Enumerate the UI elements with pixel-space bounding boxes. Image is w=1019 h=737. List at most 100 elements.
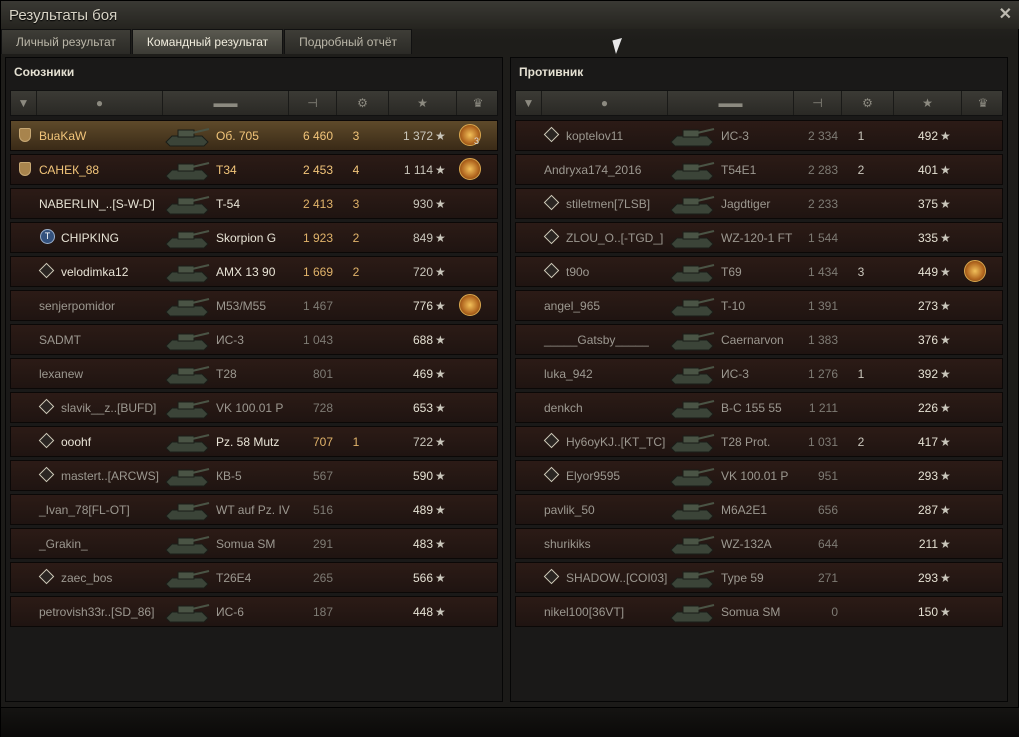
player-row[interactable]: _____Gatsby_____ Caernarvon 1 383 376 ★ — [515, 324, 1003, 355]
player-row[interactable]: ZLOU_O..[-TGD_] WZ-120-1 FT 1 544 335 ★ — [515, 222, 1003, 253]
player-row[interactable]: NABERLIN_..[S-W-D] T-54 2 413 3 930 ★ — [10, 188, 498, 219]
player-row[interactable]: denkch B-C 155 55 1 211 226 ★ — [515, 392, 1003, 423]
title-bar: Результаты боя ✕ — [1, 1, 1019, 29]
player-row[interactable]: SHADOW..[COI03] Type 59 271 293 ★ — [515, 562, 1003, 593]
vehicle-name: T-54 — [216, 197, 241, 211]
medal-icon[interactable] — [459, 294, 481, 316]
xp-value: 417 — [917, 435, 938, 449]
frags-value: 3 — [352, 197, 360, 211]
damage-value: 951 — [817, 469, 838, 483]
damage-icon[interactable]: ⊣ — [289, 91, 337, 115]
damage-value: 656 — [817, 503, 838, 517]
player-row[interactable]: zaec_bos T26E4 265 566 ★ — [10, 562, 498, 593]
vehicle-name: Skorpion G — [216, 231, 277, 245]
tank-icon[interactable]: ▬▬ — [163, 91, 289, 115]
close-icon[interactable]: ✕ — [999, 4, 1012, 24]
vehicle-name: B-C 155 55 — [721, 401, 782, 415]
player-name: BuaKaW — [39, 129, 87, 143]
vehicle-name: ИС-3 — [216, 333, 244, 347]
clan-emblem-icon — [543, 228, 560, 245]
frags-value: 2 — [352, 265, 360, 279]
frags-icon[interactable]: ⚙ — [842, 91, 894, 115]
damage-value: 187 — [312, 605, 333, 619]
player-row[interactable]: senjerpomidor M53/M55 1 467 776 ★ — [10, 290, 498, 321]
player-icon[interactable]: ● — [542, 91, 668, 115]
player-row[interactable]: BuaKaW Об. 705 6 460 3 1 372 ★ 3 — [10, 120, 498, 151]
xp-star-icon: ★ — [940, 231, 951, 245]
xp-star-icon: ★ — [940, 503, 951, 517]
xp-star-icon[interactable]: ★ — [389, 91, 457, 115]
player-row[interactable]: pavlik_50 M6A2E1 656 287 ★ — [515, 494, 1003, 525]
xp-star-icon[interactable]: ★ — [894, 91, 962, 115]
vehicle-name: ИС-3 — [721, 129, 749, 143]
player-row[interactable]: angel_965 T-10 1 391 273 ★ — [515, 290, 1003, 321]
tank-icon — [670, 230, 715, 249]
damage-value: 291 — [312, 537, 333, 551]
damage-value: 1 276 — [807, 367, 838, 381]
tab-team[interactable]: Командный результат — [131, 29, 284, 54]
vehicle-name: T28 — [216, 367, 237, 381]
xp-value: 566 — [412, 571, 433, 585]
tab-detailed[interactable]: Подробный отчёт — [284, 29, 413, 54]
tab-personal[interactable]: Личный результат — [1, 29, 131, 54]
player-row[interactable]: t90o T69 1 434 3 449 ★ — [515, 256, 1003, 287]
xp-value: 150 — [917, 605, 938, 619]
player-row[interactable]: stiletmen[7LSB] Jagdtiger 2 233 375 ★ — [515, 188, 1003, 219]
tank-icon[interactable]: ▬▬ — [668, 91, 794, 115]
frags-value: 2 — [857, 163, 865, 177]
xp-value: 590 — [412, 469, 433, 483]
player-row[interactable]: _Ivan_78[FL-OT] WT auf Pz. IV 516 489 ★ — [10, 494, 498, 525]
clan-emblem-icon — [543, 466, 560, 483]
player-row[interactable]: velodimka12 AMX 13 90 1 669 2 720 ★ — [10, 256, 498, 287]
vehicle-name: Somua SM — [216, 537, 276, 551]
medal-icon[interactable] — [964, 260, 986, 282]
damage-value: 2 453 — [302, 163, 333, 177]
player-row[interactable]: shurikiks WZ-132A 644 211 ★ — [515, 528, 1003, 559]
player-row[interactable]: mastert..[ARCWS] КВ-5 567 590 ★ — [10, 460, 498, 491]
tank-icon — [670, 298, 715, 317]
medal-icon[interactable]: ♛ — [962, 91, 1004, 115]
player-row[interactable]: T CHIPKING Skorpion G 1 923 2 849 ★ — [10, 222, 498, 253]
tab-bar: Личный результат Командный результат Под… — [1, 29, 413, 54]
platoon-icon[interactable]: ▼ — [11, 91, 37, 115]
player-name: Hy6oyKJ..[KT_TC] — [566, 435, 666, 449]
player-row[interactable]: SADMT ИС-3 1 043 688 ★ — [10, 324, 498, 355]
player-row[interactable]: koptelov11 ИС-3 2 334 1 492 ★ — [515, 120, 1003, 151]
xp-value: 401 — [917, 163, 938, 177]
player-name: Elyor9595 — [566, 469, 621, 483]
xp-star-icon: ★ — [940, 605, 951, 619]
player-row[interactable]: ooohf Pz. 58 Mutz 707 1 722 ★ — [10, 426, 498, 457]
vehicle-name: WZ-120-1 FT — [721, 231, 793, 245]
background-strip — [1, 707, 1019, 737]
player-row[interactable]: _Grakin_ Somua SM 291 483 ★ — [10, 528, 498, 559]
xp-value: 930 — [412, 197, 433, 211]
window-title: Результаты боя — [9, 7, 118, 24]
xp-star-icon: ★ — [940, 163, 951, 177]
player-icon[interactable]: ● — [37, 91, 163, 115]
player-row[interactable]: lexanew T28 801 469 ★ — [10, 358, 498, 389]
frags-value: 4 — [352, 163, 360, 177]
frags-icon[interactable]: ⚙ — [337, 91, 389, 115]
player-name: pavlik_50 — [544, 503, 595, 517]
medal-icon[interactable] — [459, 158, 481, 180]
player-row[interactable]: САНЕК_88 T34 2 453 4 1 114 ★ — [10, 154, 498, 185]
player-row[interactable]: Hy6oyKJ..[KT_TC] T28 Prot. 1 031 2 417 ★ — [515, 426, 1003, 457]
xp-value: 483 — [412, 537, 433, 551]
damage-icon[interactable]: ⊣ — [794, 91, 842, 115]
xp-star-icon: ★ — [435, 537, 446, 551]
xp-value: 492 — [917, 129, 938, 143]
medal-icon[interactable]: ♛ — [457, 91, 499, 115]
player-name: zaec_bos — [61, 571, 113, 585]
player-row[interactable]: nikel100[36VT] Somua SM 0 150 ★ — [515, 596, 1003, 627]
player-row[interactable]: slavik__z..[BUFD] VK 100.01 P 728 653 ★ — [10, 392, 498, 423]
player-name: luka_942 — [544, 367, 593, 381]
player-name: CHIPKING — [61, 231, 120, 245]
player-row[interactable]: luka_942 ИС-3 1 276 1 392 ★ — [515, 358, 1003, 389]
xp-star-icon: ★ — [940, 367, 951, 381]
player-row[interactable]: Elyor9595 VK 100.01 P 951 293 ★ — [515, 460, 1003, 491]
platoon-icon[interactable]: ▼ — [516, 91, 542, 115]
damage-value: 1 544 — [807, 231, 838, 245]
player-row[interactable]: petrovish33r..[SD_86] ИС-6 187 448 ★ — [10, 596, 498, 627]
player-row[interactable]: Andryxa174_2016 T54E1 2 283 2 401 ★ — [515, 154, 1003, 185]
damage-value: 2 334 — [807, 129, 838, 143]
